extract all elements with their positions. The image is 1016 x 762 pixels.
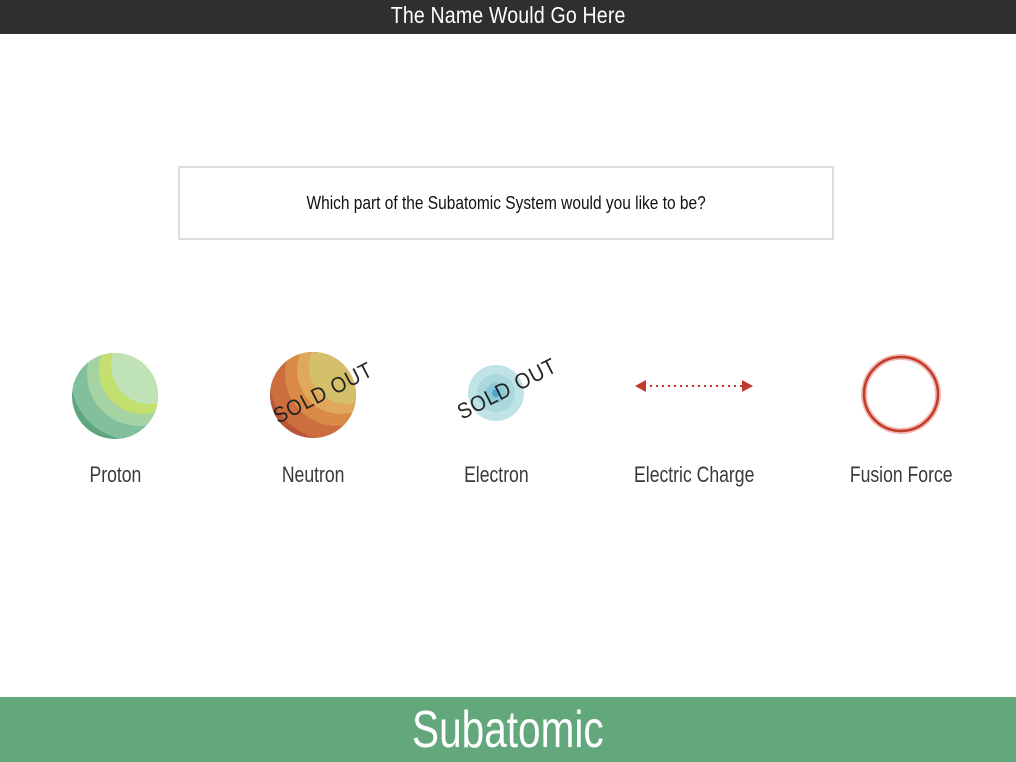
option-label: Electron — [463, 462, 529, 487]
option-label: Proton — [89, 462, 141, 487]
footer-title: Subatomic — [412, 701, 604, 759]
option-label: Neutron — [281, 462, 345, 487]
header-bar: The Name Would Go Here — [0, 0, 1016, 34]
option-fusion-force[interactable]: Fusion Force — [801, 340, 1001, 500]
question-box: Which part of the Subatomic System would… — [178, 166, 834, 240]
option-electron[interactable]: SOLD OUT Electron — [396, 340, 596, 500]
page: The Name Would Go Here Which part of the… — [0, 0, 1016, 762]
footer-bar: Subatomic — [0, 697, 1016, 762]
option-proton[interactable]: Proton — [15, 340, 215, 500]
option-label: Fusion Force — [849, 462, 953, 487]
double-arrow-icon — [635, 380, 753, 392]
option-label: Electric Charge — [633, 462, 755, 487]
ring-icon — [861, 354, 941, 434]
proton-sphere-icon — [72, 353, 158, 439]
option-electric-charge[interactable]: Electric Charge — [594, 340, 794, 500]
header-title: The Name Would Go Here — [390, 2, 626, 28]
option-neutron[interactable]: SOLD OUT Neutron — [213, 340, 413, 500]
question-text: Which part of the Subatomic System would… — [306, 192, 706, 213]
